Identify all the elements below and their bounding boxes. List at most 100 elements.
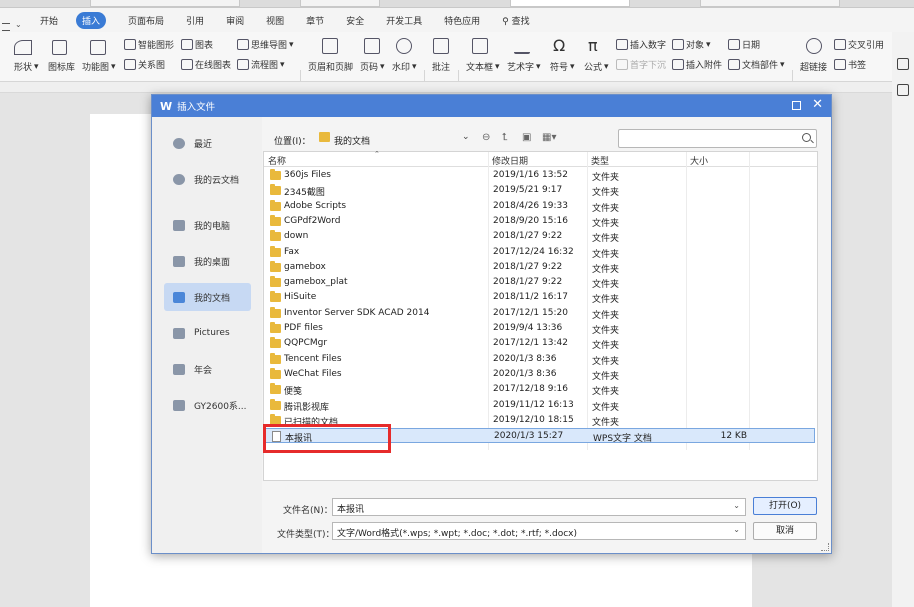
file-row[interactable]: CGPdf2Word 2018/9/20 15:16 文件夹	[265, 214, 815, 229]
maximize-icon[interactable]	[792, 101, 801, 110]
page-number-icon[interactable]	[364, 38, 380, 54]
dropcap-button[interactable]: 首字下沉	[616, 58, 666, 71]
file-row[interactable]: QQPCMgr 2017/12/1 13:42 文件夹	[265, 336, 815, 351]
relation-button[interactable]: 关系图	[124, 58, 165, 71]
flowchart-button[interactable]: 流程图 ▾	[237, 58, 285, 71]
watermark-icon[interactable]	[396, 38, 412, 54]
location-dropdown[interactable]: 我的文档	[334, 134, 370, 147]
chevron-down-icon[interactable]: ⌄	[733, 501, 740, 510]
menu-item-view[interactable]: 视图	[266, 14, 284, 27]
bookmark-button[interactable]: 书签	[834, 58, 866, 71]
smart-art-button[interactable]: 智能图形	[124, 38, 174, 51]
file-row[interactable]: 已扫描的文档 2019/12/10 18:15 文件夹	[265, 413, 815, 428]
sidebar-item-gy2600[interactable]: GY2600系...	[164, 391, 251, 419]
icon-library-button[interactable]: 图标库	[48, 60, 75, 73]
window-tab[interactable]	[700, 0, 840, 7]
menu-item-features[interactable]: 特色应用	[444, 14, 480, 27]
menu-item-page-layout[interactable]: 页面布局	[128, 14, 164, 27]
date-button[interactable]: 日期	[728, 38, 760, 51]
sidebar-item-desktop[interactable]: 我的桌面	[164, 247, 251, 275]
file-row[interactable]: Tencent Files 2020/1/3 8:36 文件夹	[265, 352, 815, 367]
window-tab[interactable]	[300, 0, 380, 7]
attachment-button[interactable]: 插入附件	[672, 58, 722, 71]
menu-item-security[interactable]: 安全	[346, 14, 364, 27]
panel-icon[interactable]	[897, 84, 909, 96]
formula-icon[interactable]: π	[588, 36, 598, 55]
file-row[interactable]: HiSuite 2018/11/2 16:17 文件夹	[265, 290, 815, 305]
crossref-button[interactable]: 交叉引用	[834, 38, 884, 51]
function-icons-button[interactable]: 功能图 ▾	[82, 60, 116, 74]
textbox-icon[interactable]	[472, 38, 488, 54]
shapes-icon[interactable]	[14, 40, 32, 55]
comment-icon[interactable]	[433, 38, 449, 54]
column-header-name[interactable]: 名称	[268, 154, 286, 167]
open-button[interactable]: 打开(O)	[753, 497, 817, 515]
back-icon[interactable]: ⊖	[482, 132, 490, 143]
chevron-down-icon[interactable]: ⌄	[462, 132, 470, 142]
view-mode-icon[interactable]: ▦▾	[542, 132, 556, 143]
filename-input[interactable]: 本报讯 ⌄	[332, 498, 746, 516]
resize-grip[interactable]	[821, 543, 829, 551]
online-chart-button[interactable]: 在线图表	[181, 58, 231, 71]
up-folder-icon[interactable]: ⮤	[502, 132, 508, 143]
panel-icon[interactable]	[897, 58, 909, 70]
sidebar-item-pictures[interactable]: Pictures	[164, 319, 251, 347]
chevron-down-icon[interactable]: ⌄	[15, 20, 22, 29]
symbol-icon[interactable]: Ω	[553, 36, 565, 55]
menu-item-section[interactable]: 章节	[306, 14, 324, 27]
hyperlink-icon[interactable]	[806, 38, 822, 54]
page-number-button[interactable]: 页码 ▾	[360, 60, 385, 74]
hyperlink-button[interactable]: 超链接	[800, 60, 827, 73]
new-folder-icon[interactable]: ▣	[522, 132, 531, 143]
header-footer-button[interactable]: 页眉和页脚	[308, 60, 353, 73]
cancel-button[interactable]: 取消	[753, 522, 817, 540]
file-row[interactable]: PDF files 2019/9/4 13:36 文件夹	[265, 321, 815, 336]
file-row[interactable]: 2345截图 2019/5/21 9:17 文件夹	[265, 183, 815, 198]
symbol-button[interactable]: 符号 ▾	[550, 60, 575, 74]
file-row[interactable]: WeChat Files 2020/1/3 8:36 文件夹	[265, 367, 815, 382]
file-row[interactable]: gamebox_plat 2018/1/27 9:22 文件夹	[265, 275, 815, 290]
menu-item-review[interactable]: 审阅	[226, 14, 244, 27]
menu-item-developer[interactable]: 开发工具	[386, 14, 422, 27]
header-footer-icon[interactable]	[322, 38, 338, 54]
function-icon[interactable]	[90, 40, 106, 55]
sidebar-item-my-documents[interactable]: 我的文档	[164, 283, 251, 311]
menu-item-references[interactable]: 引用	[186, 14, 204, 27]
wordart-button[interactable]: 艺术字 ▾	[507, 60, 541, 74]
file-row[interactable]: 腾讯影视库 2019/11/12 16:13 文件夹	[265, 398, 815, 413]
textbox-button[interactable]: 文本框 ▾	[466, 60, 500, 74]
wordart-icon[interactable]	[514, 38, 530, 54]
object-button[interactable]: 对象 ▾	[672, 38, 711, 51]
watermark-button[interactable]: 水印 ▾	[392, 60, 417, 74]
menu-search[interactable]: ⚲ 查找	[502, 14, 529, 27]
sidebar-item-cloud-docs[interactable]: 我的云文档	[164, 165, 251, 193]
column-header-date[interactable]: 修改日期	[492, 154, 528, 167]
shapes-button[interactable]: 形状 ▾	[14, 60, 39, 74]
doc-parts-button[interactable]: 文档部件 ▾	[728, 58, 785, 71]
sidebar-item-annual-meeting[interactable]: 年会	[164, 355, 251, 383]
file-row[interactable]: 本报讯 2020/1/3 15:27 WPS文字 文档 12 KB	[265, 428, 815, 444]
icon-library-icon[interactable]	[52, 40, 67, 55]
file-row[interactable]: Inventor Server SDK ACAD 2014 2017/12/1 1…	[265, 306, 815, 321]
column-header-size[interactable]: 大小	[690, 154, 708, 167]
chart-button[interactable]: 图表	[181, 38, 213, 51]
comment-button[interactable]: 批注	[432, 60, 450, 73]
file-row[interactable]: Adobe Scripts 2018/4/26 19:33 文件夹	[265, 199, 815, 214]
column-header-type[interactable]: 类型	[591, 154, 609, 167]
menu-item-start[interactable]: 开始	[40, 14, 58, 27]
sidebar-item-my-computer[interactable]: 我的电脑	[164, 211, 251, 239]
file-row[interactable]: gamebox 2018/1/27 9:22 文件夹	[265, 260, 815, 275]
window-tab-active[interactable]	[510, 0, 630, 7]
chevron-down-icon[interactable]: ⌄	[733, 525, 740, 534]
filetype-select[interactable]: 文字/Word格式(*.wps; *.wpt; *.doc; *.dot; *.…	[332, 522, 746, 540]
formula-button[interactable]: 公式 ▾	[584, 60, 609, 74]
insert-number-button[interactable]: 插入数字	[616, 38, 666, 51]
mindmap-button[interactable]: 思维导图 ▾	[237, 38, 294, 51]
file-row[interactable]: Fax 2017/12/24 16:32 文件夹	[265, 245, 815, 260]
close-icon[interactable]: ✕	[812, 98, 823, 112]
search-input[interactable]	[618, 129, 817, 148]
menu-item-insert[interactable]: 插入	[76, 11, 107, 29]
window-tab[interactable]	[90, 0, 240, 7]
file-row[interactable]: down 2018/1/27 9:22 文件夹	[265, 229, 815, 244]
file-row[interactable]: 360js Files 2019/1/16 13:52 文件夹	[265, 168, 815, 183]
